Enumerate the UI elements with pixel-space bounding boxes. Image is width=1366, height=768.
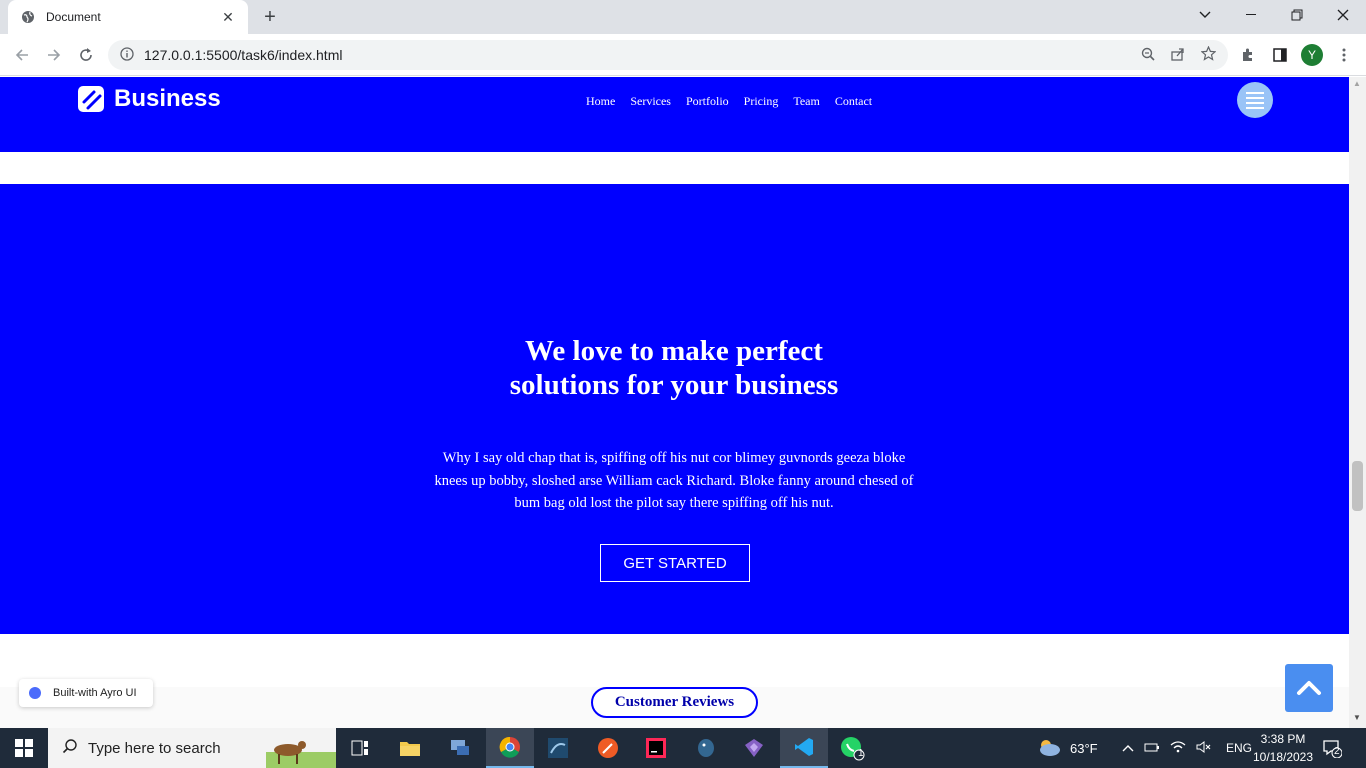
chevron-up-icon — [1297, 681, 1321, 695]
windows-start-icon[interactable] — [0, 728, 48, 768]
postman-icon[interactable] — [584, 728, 632, 768]
globe-icon — [20, 9, 36, 25]
site-info-icon[interactable] — [120, 47, 136, 63]
customer-reviews-label: Customer Reviews — [591, 687, 758, 718]
search-highlight-image — [266, 728, 336, 768]
visual-studio-icon[interactable] — [730, 728, 778, 768]
get-started-button[interactable]: GET STARTED — [600, 544, 750, 582]
browser-tab[interactable]: Document ✕ — [8, 0, 248, 34]
clock-time: 3:38 PM — [1260, 732, 1306, 746]
back-to-top-button[interactable] — [1285, 664, 1333, 712]
taskbar-clock[interactable]: 3:38 PM 10/18/2023 — [1248, 730, 1318, 766]
bookmark-star-icon[interactable] — [1200, 45, 1217, 64]
taskbar-search-input[interactable]: Type here to search — [48, 728, 336, 768]
browser-tabstrip: Document ✕ + — [0, 0, 1366, 34]
share-icon[interactable] — [1171, 47, 1185, 64]
nav-team[interactable]: Team — [793, 94, 819, 109]
hamburger-menu-icon[interactable] — [1237, 82, 1273, 118]
tab-search-icon[interactable] — [1182, 0, 1228, 30]
hero-section: We love to make perfect solutions for yo… — [0, 184, 1349, 634]
logo-mark-icon — [78, 86, 104, 112]
brand-name: Business — [114, 85, 221, 112]
hero-title-line1: We love to make perfect — [525, 335, 823, 367]
side-panel-icon[interactable] — [1271, 46, 1289, 64]
reload-icon[interactable] — [74, 43, 98, 67]
notification-center-icon[interactable]: 2 — [1322, 738, 1343, 759]
new-tab-icon[interactable]: + — [258, 6, 282, 28]
speaker-muted-icon[interactable] — [1196, 740, 1212, 756]
weather-widget[interactable]: 63°F — [1036, 728, 1098, 768]
extensions-icon[interactable] — [1239, 46, 1257, 64]
search-icon — [62, 738, 78, 758]
ayro-logo-icon — [29, 687, 41, 699]
page-viewport: Business Home Services Portfolio Pricing… — [0, 77, 1349, 728]
ayro-badge-text: Built-with Ayro UI — [53, 687, 137, 699]
nav-home[interactable]: Home — [586, 94, 615, 109]
intellij-icon[interactable] — [632, 728, 680, 768]
profile-avatar[interactable]: Y — [1301, 44, 1323, 66]
browser-menu-icon[interactable] — [1335, 46, 1353, 64]
site-logo[interactable]: Business — [78, 85, 221, 113]
battery-icon[interactable] — [1144, 741, 1160, 756]
hero-title-line2: solutions for your business — [509, 369, 839, 401]
task-view-icon[interactable] — [336, 728, 384, 768]
weather-temperature: 63°F — [1070, 740, 1098, 756]
scroll-up-icon[interactable]: ▲ — [1353, 79, 1361, 88]
zoom-icon[interactable] — [1141, 47, 1155, 64]
nav-contact[interactable]: Contact — [835, 94, 872, 109]
nav-pricing[interactable]: Pricing — [744, 94, 779, 109]
system-tray: ENG — [1122, 728, 1252, 768]
hero-body: Why I say old chap that is, spiffing off… — [434, 450, 914, 511]
forward-icon[interactable] — [42, 43, 66, 67]
scroll-down-icon[interactable]: ▼ — [1353, 713, 1361, 722]
whatsapp-icon[interactable]: 1 — [828, 728, 876, 768]
whatsapp-badge: 1 — [858, 748, 864, 759]
browser-toolbar: 127.0.0.1:5500/task6/index.html Y — [0, 34, 1366, 76]
minimize-icon[interactable] — [1228, 0, 1274, 30]
back-icon[interactable] — [10, 43, 34, 67]
notification-count: 2 — [1334, 746, 1340, 757]
clock-date: 10/18/2023 — [1252, 750, 1314, 764]
ayro-badge[interactable]: Built-with Ayro UI — [19, 679, 153, 707]
windows-taskbar: Type here to search 1 63°F ENG 3:38 PM 1… — [0, 728, 1366, 768]
site-header: Business Home Services Portfolio Pricing… — [0, 77, 1349, 152]
network-app-icon[interactable] — [436, 728, 484, 768]
mysql-workbench-icon[interactable] — [534, 728, 582, 768]
cloudy-weather-icon — [1036, 737, 1062, 760]
postgresql-icon[interactable] — [682, 728, 730, 768]
tab-title: Document — [46, 10, 101, 24]
hero-title: We love to make perfect solutions for yo… — [474, 334, 874, 402]
address-bar[interactable]: 127.0.0.1:5500/task6/index.html — [108, 40, 1228, 70]
close-window-icon[interactable] — [1320, 0, 1366, 30]
restore-icon[interactable] — [1274, 0, 1320, 30]
chrome-taskbar-icon[interactable] — [486, 728, 534, 768]
nav-services[interactable]: Services — [630, 94, 671, 109]
nav-portfolio[interactable]: Portfolio — [686, 94, 729, 109]
chevron-up-icon[interactable] — [1122, 741, 1134, 755]
vscode-icon[interactable] — [780, 728, 828, 768]
wifi-icon[interactable] — [1170, 740, 1186, 756]
main-nav: Home Services Portfolio Pricing Team Con… — [586, 94, 872, 109]
file-explorer-icon[interactable] — [386, 728, 434, 768]
scroll-thumb[interactable] — [1352, 461, 1363, 511]
page-scrollbar[interactable]: ▲ ▼ — [1349, 77, 1366, 728]
search-placeholder: Type here to search — [88, 739, 221, 757]
tab-close-icon[interactable]: ✕ — [220, 9, 236, 25]
url-text: 127.0.0.1:5500/task6/index.html — [144, 47, 343, 63]
